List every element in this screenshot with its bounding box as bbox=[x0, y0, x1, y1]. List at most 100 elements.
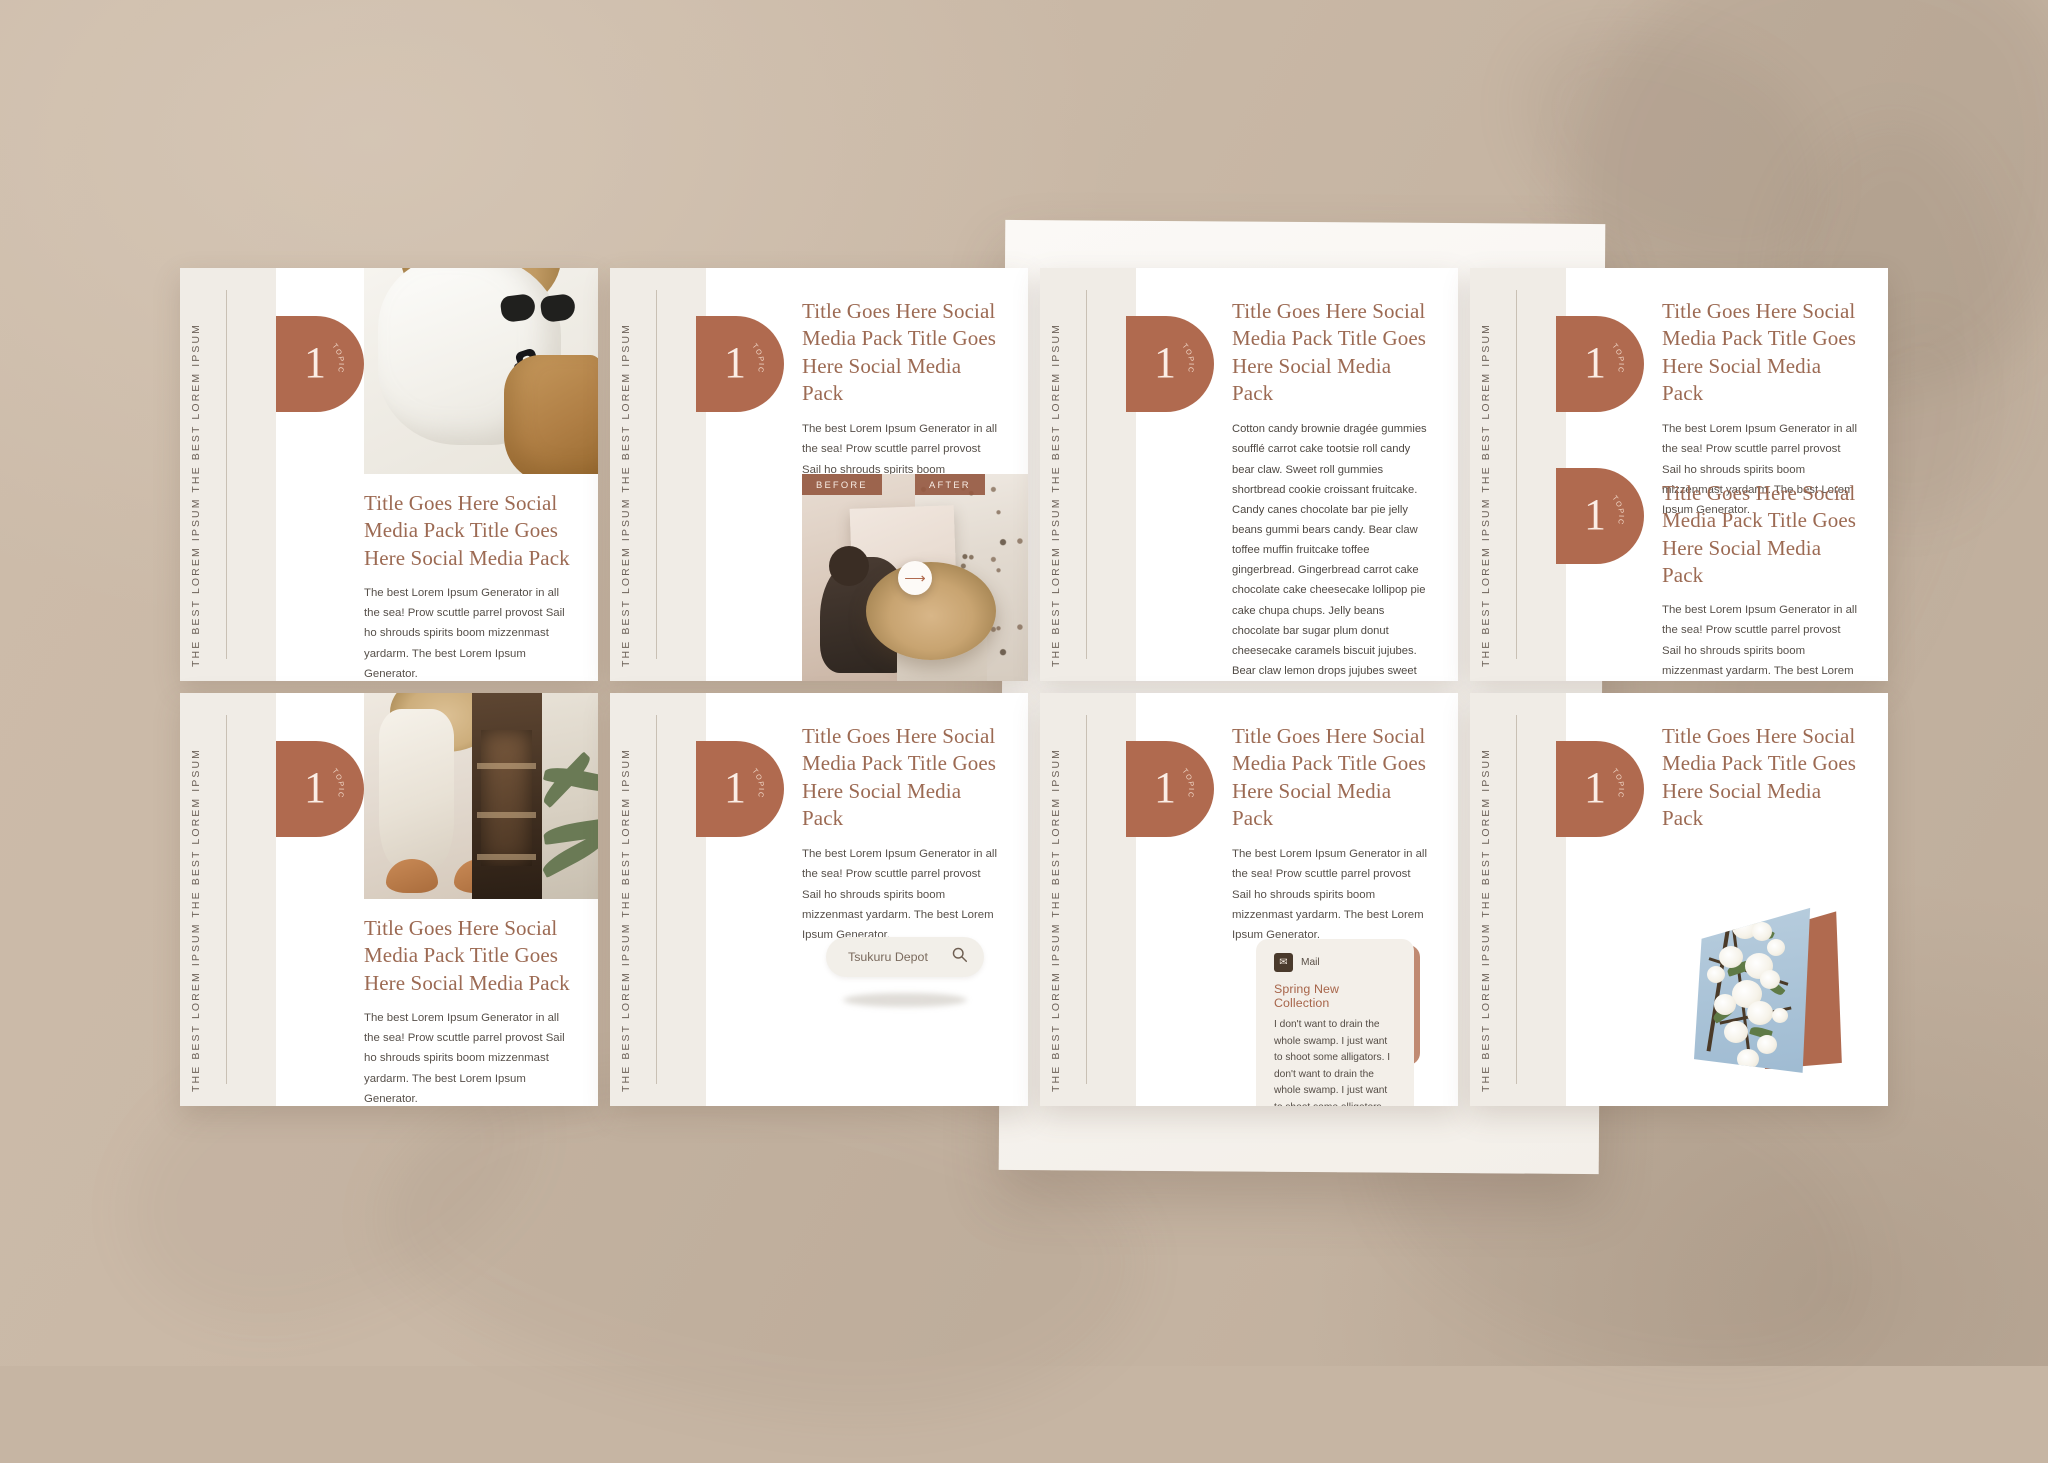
svg-text:TOPIC: TOPIC bbox=[330, 767, 346, 800]
badge-topic-arc: TOPIC bbox=[1175, 763, 1205, 815]
slide-body: 1 TOPIC Title Goes Here Social Media Pac… bbox=[276, 693, 598, 1106]
slide-title: Title Goes Here Social Media Pack Title … bbox=[364, 491, 570, 570]
rail-divider bbox=[1516, 715, 1517, 1084]
slide-rail: THE BEST LOREM IPSUM THE BEST LOREM IPSU… bbox=[610, 693, 706, 1106]
rail-label: THE BEST LOREM IPSUM THE BEST LOREM IPSU… bbox=[620, 323, 632, 667]
slide-body: 1 TOPIC Title Goes Here Social Media Pac… bbox=[696, 693, 1028, 1106]
slide-6[interactable]: THE BEST LOREM IPSUM THE BEST LOREM IPSU… bbox=[610, 693, 1028, 1106]
slide-photo-flatlay bbox=[364, 268, 598, 474]
rail-divider bbox=[656, 290, 657, 659]
search-drop-shadow bbox=[843, 993, 967, 1007]
slide-rail: THE BEST LOREM IPSUM THE BEST LOREM IPSU… bbox=[1040, 693, 1136, 1106]
slide-8[interactable]: THE BEST LOREM IPSUM THE BEST LOREM IPSU… bbox=[1470, 693, 1888, 1106]
slide-4[interactable]: THE BEST LOREM IPSUM THE BEST LOREM IPSU… bbox=[1470, 268, 1888, 681]
slide-body-text: The best Lorem Ipsum Generator in all th… bbox=[1232, 848, 1427, 942]
topic-badge: 1 TOPIC bbox=[1126, 316, 1214, 412]
badge-topic-arc: TOPIC bbox=[1605, 338, 1635, 390]
slide-title: Title Goes Here Social Media Pack Title … bbox=[1232, 299, 1427, 405]
badge-number: 1 bbox=[724, 338, 746, 387]
slide-rail: THE BEST LOREM IPSUM THE BEST LOREM IPSU… bbox=[1470, 693, 1566, 1106]
svg-text:TOPIC: TOPIC bbox=[330, 342, 346, 375]
slide-body: 1 TOPIC Title Goes Here Social Media Pac… bbox=[1556, 693, 1888, 1106]
slide-1[interactable]: THE BEST LOREM IPSUM THE BEST LOREM IPSU… bbox=[180, 268, 598, 681]
slide-photo-blossom bbox=[1694, 901, 1848, 1080]
rail-divider bbox=[1086, 290, 1087, 659]
slide-title: Title Goes Here Social Media Pack Title … bbox=[1232, 724, 1427, 830]
search-icon[interactable] bbox=[951, 946, 968, 968]
notification-app-name: Mail bbox=[1301, 957, 1320, 968]
rail-label: THE BEST LOREM IPSUM THE BEST LOREM IPSU… bbox=[1050, 748, 1062, 1092]
badge-number: 1 bbox=[1584, 490, 1606, 539]
notification-text: I don't want to drain the whole swamp. I… bbox=[1274, 1019, 1391, 1106]
topic-badge: 1 TOPIC bbox=[276, 741, 364, 837]
envelope-icon: ✉ bbox=[1274, 953, 1293, 972]
slide-body-text: The best Lorem Ipsum Generator in all th… bbox=[364, 586, 565, 681]
rail-divider bbox=[656, 715, 657, 1084]
badge-number: 1 bbox=[1154, 338, 1176, 387]
svg-text:TOPIC: TOPIC bbox=[750, 342, 766, 375]
notification-header: ✉ Mail bbox=[1274, 953, 1396, 972]
before-label: BEFORE bbox=[802, 474, 882, 495]
slide-5[interactable]: THE BEST LOREM IPSUM THE BEST LOREM IPSU… bbox=[180, 693, 598, 1106]
badge-topic-text: TOPIC bbox=[1180, 767, 1194, 800]
slide-body-text-secondary: The best Lorem Ipsum Generator in all th… bbox=[1662, 604, 1857, 678]
rail-label: THE BEST LOREM IPSUM THE BEST LOREM IPSU… bbox=[1480, 323, 1492, 667]
topic-badge: 1 TOPIC bbox=[696, 741, 784, 837]
after-label: AFTER bbox=[915, 474, 985, 495]
arrow-right-icon: ⟶ bbox=[898, 560, 932, 595]
badge-topic-text: TOPIC bbox=[330, 342, 344, 375]
rail-label: THE BEST LOREM IPSUM THE BEST LOREM IPSU… bbox=[620, 748, 632, 1092]
notification-card[interactable]: ✉ Mail Spring New Collection I don't wan… bbox=[1256, 939, 1414, 1106]
slide-title: Title Goes Here Social Media Pack Title … bbox=[364, 916, 570, 995]
slide-body: 1 TOPIC Title Goes Here Social Media Pac… bbox=[276, 268, 598, 681]
slide-body-text: The best Lorem Ipsum Generator in all th… bbox=[802, 848, 997, 942]
svg-text:TOPIC: TOPIC bbox=[1610, 342, 1626, 375]
badge-topic-arc: TOPIC bbox=[325, 338, 355, 390]
svg-text:TOPIC: TOPIC bbox=[750, 767, 766, 800]
rail-divider bbox=[1086, 715, 1087, 1084]
slide-rail: THE BEST LOREM IPSUM THE BEST LOREM IPSU… bbox=[180, 693, 276, 1106]
slide-photo-triptych bbox=[364, 693, 598, 899]
badge-topic-arc: TOPIC bbox=[1175, 338, 1205, 390]
slide-text-block-secondary: Title Goes Here Social Media Pack Title … bbox=[1662, 480, 1862, 681]
slide-title: Title Goes Here Social Media Pack Title … bbox=[802, 724, 997, 830]
search-input[interactable]: Tsukuru Depot bbox=[826, 937, 984, 977]
badge-topic-arc: TOPIC bbox=[1605, 763, 1635, 815]
svg-text:TOPIC: TOPIC bbox=[1180, 767, 1196, 800]
slide-rail: THE BEST LOREM IPSUM THE BEST LOREM IPSU… bbox=[610, 268, 706, 681]
badge-topic-arc: TOPIC bbox=[745, 763, 775, 815]
search-value: Tsukuru Depot bbox=[848, 950, 928, 964]
badge-topic-text: TOPIC bbox=[1610, 342, 1624, 375]
slide-7[interactable]: THE BEST LOREM IPSUM THE BEST LOREM IPSU… bbox=[1040, 693, 1458, 1106]
rail-divider bbox=[226, 715, 227, 1084]
topic-badge: 1 TOPIC bbox=[696, 316, 784, 412]
slide-title: Title Goes Here Social Media Pack Title … bbox=[1662, 724, 1857, 830]
slide-3[interactable]: THE BEST LOREM IPSUM THE BEST LOREM IPSU… bbox=[1040, 268, 1458, 681]
badge-topic-text: TOPIC bbox=[1180, 342, 1194, 375]
slide-title-secondary: Title Goes Here Social Media Pack Title … bbox=[1662, 481, 1857, 587]
slide-body: 1 TOPIC Title Goes Here Social Media Pac… bbox=[1126, 693, 1458, 1106]
rail-label: THE BEST LOREM IPSUM THE BEST LOREM IPSU… bbox=[190, 323, 202, 667]
slide-rail: THE BEST LOREM IPSUM THE BEST LOREM IPSU… bbox=[1040, 268, 1136, 681]
badge-number: 1 bbox=[304, 338, 326, 387]
svg-text:TOPIC: TOPIC bbox=[1180, 342, 1196, 375]
svg-text:TOPIC: TOPIC bbox=[1610, 767, 1626, 800]
slide-2[interactable]: THE BEST LOREM IPSUM THE BEST LOREM IPSU… bbox=[610, 268, 1028, 681]
badge-topic-text: TOPIC bbox=[750, 342, 764, 375]
badge-topic-arc: TOPIC bbox=[325, 763, 355, 815]
slide-text-block: Title Goes Here Social Media Pack Title … bbox=[1232, 723, 1432, 946]
topic-badge: 1 TOPIC bbox=[1126, 741, 1214, 837]
badge-number: 1 bbox=[1154, 763, 1176, 812]
slide-grid: THE BEST LOREM IPSUM THE BEST LOREM IPSU… bbox=[180, 268, 1900, 1106]
topic-badge: 1 TOPIC bbox=[276, 316, 364, 412]
search-widget: Tsukuru Depot bbox=[826, 937, 984, 1007]
topic-badge: 1 TOPIC bbox=[1556, 741, 1644, 837]
rail-divider bbox=[226, 290, 227, 659]
rail-divider bbox=[1516, 290, 1517, 659]
badge-number: 1 bbox=[724, 763, 746, 812]
slide-body-text: The best Lorem Ipsum Generator in all th… bbox=[364, 1011, 565, 1106]
rail-label: THE BEST LOREM IPSUM THE BEST LOREM IPSU… bbox=[1050, 323, 1062, 667]
badge-topic-text: TOPIC bbox=[1610, 767, 1624, 800]
svg-text:TOPIC: TOPIC bbox=[1610, 494, 1626, 527]
slide-text-block: Title Goes Here Social Media Pack Title … bbox=[802, 723, 1002, 946]
